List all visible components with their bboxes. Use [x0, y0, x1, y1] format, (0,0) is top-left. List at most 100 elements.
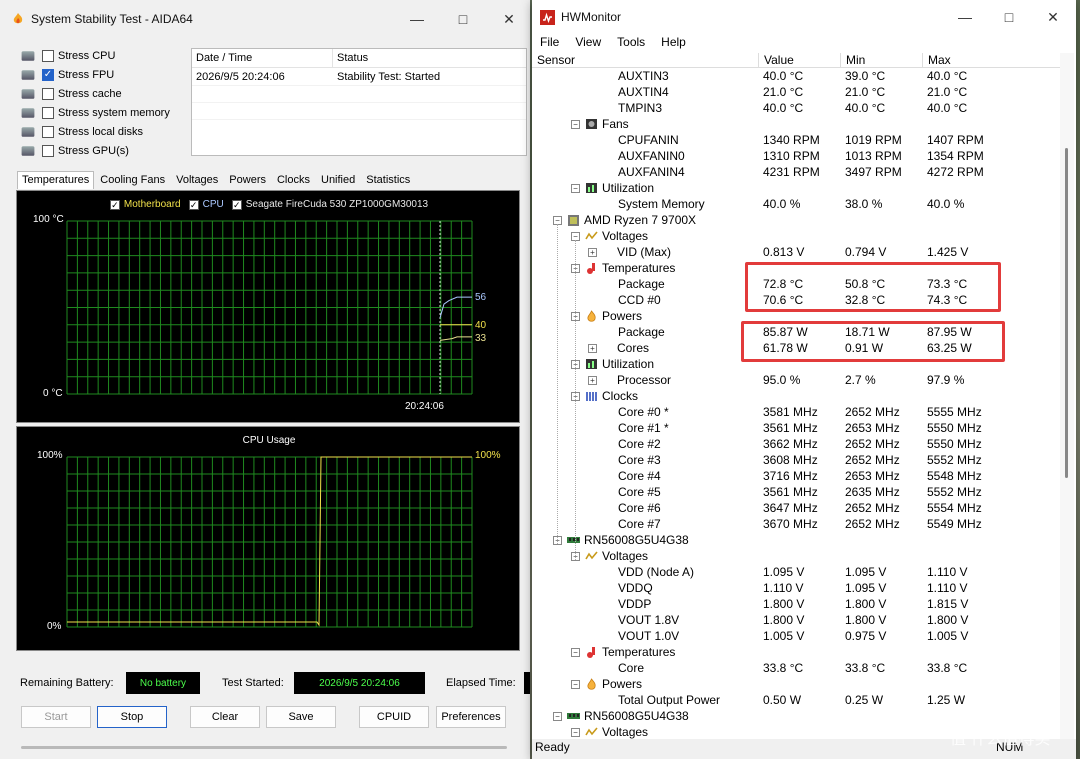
stress-checkbox[interactable] [42, 49, 54, 62]
sensor-row[interactable]: AUXFANIN4 4231 RPM 3497 RPM 4272 RPM [532, 164, 1060, 180]
sensor-row[interactable]: AUXTIN3 40.0 °C 39.0 °C 40.0 °C [532, 68, 1060, 84]
stress-item[interactable]: Stress system memory [20, 103, 170, 122]
vertical-scrollbar[interactable] [1060, 53, 1074, 739]
stress-checkbox[interactable] [42, 87, 54, 100]
sensor-row[interactable]: Core #4 3716 MHz 2653 MHz 5548 MHz [532, 468, 1060, 484]
sensor-min: 2652 MHz [845, 405, 900, 419]
tab-cooling-fans[interactable]: Cooling Fans [95, 171, 170, 189]
preferences-button[interactable]: Preferences [436, 706, 506, 728]
sensor-row[interactable]: Core 33.8 °C 33.8 °C 33.8 °C [532, 660, 1060, 676]
tab-unified[interactable]: Unified [316, 171, 360, 189]
sensor-row[interactable]: TMPIN3 40.0 °C 40.0 °C 40.0 °C [532, 100, 1060, 116]
col-max[interactable]: Max [923, 53, 1058, 67]
sensor-row[interactable]: Core #0 * 3581 MHz 2652 MHz 5555 MHz [532, 404, 1060, 420]
sensor-row[interactable]: VDD (Node A) 1.095 V 1.095 V 1.110 V [532, 564, 1060, 580]
sensor-group-row[interactable]: − Clocks [532, 388, 1060, 404]
sensor-row[interactable]: Core #3 3608 MHz 2652 MHz 5552 MHz [532, 452, 1060, 468]
sensor-row[interactable]: Core #7 3670 MHz 2652 MHz 5549 MHz [532, 516, 1060, 532]
collapse-icon[interactable]: − [571, 183, 580, 193]
collapse-icon[interactable]: − [571, 679, 580, 689]
tab-statistics[interactable]: Statistics [361, 171, 415, 189]
expand-icon[interactable]: + [588, 375, 597, 385]
col-sensor[interactable]: Sensor [532, 53, 759, 67]
sensor-group-row[interactable]: − Voltages [532, 228, 1060, 244]
sensor-row[interactable]: + VID (Max) 0.813 V 0.794 V 1.425 V [532, 244, 1060, 260]
menu-help[interactable]: Help [653, 34, 694, 52]
sensor-group-row[interactable]: − RN56008G5U4G38 [532, 532, 1060, 548]
expand-icon[interactable]: + [588, 343, 597, 353]
sensor-group-row[interactable]: − Voltages [532, 548, 1060, 564]
col-min[interactable]: Min [841, 53, 923, 67]
clear-button[interactable]: Clear [190, 706, 260, 728]
sensor-group-row[interactable]: − Utilization [532, 180, 1060, 196]
aida-titlebar[interactable]: System Stability Test - AIDA64 — □ ✕ [0, 0, 530, 38]
legend-disk[interactable]: ✓ Seagate FireCuda 530 ZP1000GM30013 [231, 199, 428, 210]
sensor-row[interactable]: VOUT 1.0V 1.005 V 0.975 V 1.005 V [532, 628, 1060, 644]
scrollbar-thumb[interactable] [1065, 148, 1068, 478]
sensor-max: 21.0 °C [927, 85, 968, 99]
sensor-group-row[interactable]: − AMD Ryzen 7 9700X [532, 212, 1060, 228]
collapse-icon[interactable]: − [571, 119, 580, 129]
sensor-row[interactable]: + Processor 95.0 % 2.7 % 97.9 % [532, 372, 1060, 388]
legend-cpu[interactable]: ✓ CPU [188, 199, 224, 210]
menu-view[interactable]: View [567, 34, 609, 52]
col-datetime[interactable]: Date / Time [192, 49, 333, 67]
sensor-group-row[interactable]: − Temperatures [532, 644, 1060, 660]
sensor-row[interactable]: Core #6 3647 MHz 2652 MHz 5554 MHz [532, 500, 1060, 516]
save-button[interactable]: Save [266, 706, 336, 728]
sensor-row[interactable]: Core #5 3561 MHz 2635 MHz 5552 MHz [532, 484, 1060, 500]
sensor-row[interactable]: AUXFANIN0 1310 RPM 1013 RPM 1354 RPM [532, 148, 1060, 164]
cpuid-button[interactable]: CPUID [359, 706, 429, 728]
stability-log[interactable]: Date / Time Status 2026/9/5 20:24:06 Sta… [191, 48, 527, 156]
sensor-row[interactable]: AUXTIN4 21.0 °C 21.0 °C 21.0 °C [532, 84, 1060, 100]
minimize-button[interactable]: — [394, 0, 440, 38]
stress-checkbox[interactable] [42, 106, 54, 119]
legend-motherboard[interactable]: ✓ Motherboard [109, 199, 181, 210]
sensor-group-row[interactable]: − Fans [532, 116, 1060, 132]
close-button[interactable]: ✕ [1030, 0, 1076, 34]
sensor-row[interactable]: CPUFANIN 1340 RPM 1019 RPM 1407 RPM [532, 132, 1060, 148]
sensor-row[interactable]: System Memory 40.0 % 38.0 % 40.0 % [532, 196, 1060, 212]
col-value[interactable]: Value [759, 53, 841, 67]
stress-checkbox[interactable] [42, 144, 54, 157]
horizontal-scrollbar[interactable] [21, 746, 507, 749]
tab-clocks[interactable]: Clocks [272, 171, 315, 189]
log-row[interactable]: 2026/9/5 20:24:06 Stability Test: Starte… [192, 68, 526, 85]
temp-y-min: 0 °C [43, 388, 63, 399]
sensor-max: 5552 MHz [927, 485, 982, 499]
col-status[interactable]: Status [333, 49, 526, 67]
start-button[interactable]: Start [21, 706, 91, 728]
sensor-row[interactable]: Total Output Power 0.50 W 0.25 W 1.25 W [532, 692, 1060, 708]
collapse-icon[interactable]: − [571, 727, 580, 737]
stress-checkbox[interactable] [42, 125, 54, 138]
stress-item[interactable]: Stress cache [20, 84, 122, 103]
sensor-row[interactable]: Core #2 3662 MHz 2652 MHz 5550 MHz [532, 436, 1060, 452]
stop-button[interactable]: Stop [97, 706, 167, 728]
minimize-button[interactable]: — [942, 0, 988, 34]
sensor-row[interactable]: VDDP 1.800 V 1.800 V 1.815 V [532, 596, 1060, 612]
collapse-icon[interactable]: − [553, 711, 562, 721]
maximize-button[interactable]: □ [440, 0, 486, 38]
stress-item[interactable]: Stress GPU(s) [20, 141, 129, 160]
close-button[interactable]: ✕ [486, 0, 532, 38]
sensor-min: 0.25 W [845, 693, 884, 707]
sensor-group-row[interactable]: − RN56008G5U4G38 [532, 708, 1060, 724]
sensor-row[interactable]: VOUT 1.8V 1.800 V 1.800 V 1.800 V [532, 612, 1060, 628]
hwm-titlebar[interactable]: HWMonitor — □ ✕ [532, 0, 1076, 34]
sensor-row[interactable]: VDDQ 1.110 V 1.095 V 1.110 V [532, 580, 1060, 596]
sensor-group-row[interactable]: − Powers [532, 676, 1060, 692]
tab-voltages[interactable]: Voltages [171, 171, 223, 189]
stress-item[interactable]: Stress local disks [20, 122, 143, 141]
cache-icon [21, 88, 35, 99]
stress-item[interactable]: ✓ Stress FPU [20, 65, 114, 84]
tab-powers[interactable]: Powers [224, 171, 271, 189]
expand-icon[interactable]: + [588, 247, 597, 257]
stress-item[interactable]: Stress CPU [20, 46, 115, 65]
collapse-icon[interactable]: − [571, 647, 580, 657]
tab-temperatures[interactable]: Temperatures [17, 171, 95, 189]
menu-file[interactable]: File [532, 34, 567, 52]
stress-checkbox[interactable]: ✓ [42, 68, 54, 81]
menu-tools[interactable]: Tools [609, 34, 653, 52]
maximize-button[interactable]: □ [986, 0, 1032, 34]
sensor-row[interactable]: Core #1 * 3561 MHz 2653 MHz 5550 MHz [532, 420, 1060, 436]
